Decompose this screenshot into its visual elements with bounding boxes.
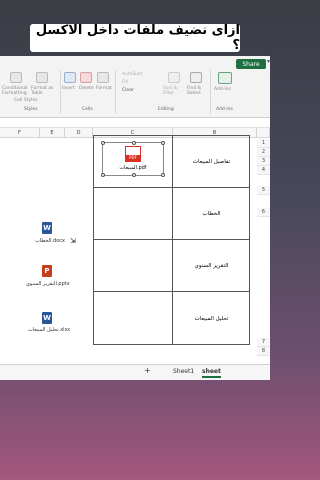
sheet-tab-active[interactable]: sheet xyxy=(202,368,221,378)
file-label[interactable]: الخطاب.docx xyxy=(35,238,65,244)
file-label[interactable]: التقرير السنوي.pptx xyxy=(26,281,70,287)
cells-group-label: Cells xyxy=(82,107,93,112)
row-header[interactable]: 3 xyxy=(257,157,270,166)
pdf-icon: PDF xyxy=(125,146,141,162)
word-file-icon[interactable]: W xyxy=(42,222,52,234)
pdf-icon-badge: PDF xyxy=(126,155,140,161)
insert-label: Insert xyxy=(62,86,75,91)
row-header[interactable]: 5 xyxy=(257,186,270,195)
add-ins-label: Add-ins xyxy=(214,87,231,92)
divider xyxy=(210,70,211,114)
file-label[interactable]: تحليل المبيعات.xlsx xyxy=(28,327,70,333)
fill-label[interactable]: Fill xyxy=(122,80,128,85)
row-header[interactable]: 2 xyxy=(257,148,270,157)
mouse-cursor-icon: ⇲ xyxy=(70,237,76,245)
table-row-attachment[interactable] xyxy=(94,240,172,292)
column-header-e[interactable]: E xyxy=(40,128,65,138)
table-row-attachment[interactable] xyxy=(94,292,172,345)
conditional-formatting-label: Conditional Formatting xyxy=(2,86,28,96)
format-table-icon[interactable] xyxy=(36,72,48,83)
resize-handle[interactable] xyxy=(132,141,136,145)
word-file-icon[interactable]: W xyxy=(42,312,52,324)
powerpoint-file-icon[interactable]: P xyxy=(42,265,52,277)
conditional-formatting-icon[interactable] xyxy=(10,72,22,83)
resize-handle[interactable] xyxy=(101,173,105,177)
data-table: تفاصيل المبيعات الخطاب التقرير السنوي تح… xyxy=(93,135,250,345)
sheet-tab-sheet1[interactable]: Sheet1 xyxy=(173,368,194,375)
cell-styles-label: Cell Styles xyxy=(14,98,38,103)
video-title: ازاى نضيف ملفات داخل الاكسل ؟ xyxy=(30,23,240,53)
editing-group-label: Editing xyxy=(158,107,174,112)
sheet-tabs-bar: + Sheet1 sheet xyxy=(0,364,270,380)
pdf-filename: المبيعات.pdf xyxy=(119,165,147,171)
embedded-pdf-object[interactable]: PDF المبيعات.pdf xyxy=(101,141,165,177)
resize-handle[interactable] xyxy=(161,173,165,177)
format-table-label: Format as Table xyxy=(31,86,54,96)
table-row-label: تفاصيل المبيعات xyxy=(173,136,250,188)
share-label: Share xyxy=(242,60,260,68)
ribbon: Share ▾ Conditional Formatting Format as… xyxy=(0,56,270,118)
row-header[interactable]: 8 xyxy=(257,347,270,356)
row-header[interactable]: 1 xyxy=(257,139,270,148)
find-select-label: Find & Select xyxy=(187,86,202,96)
row-header[interactable]: 7 xyxy=(257,338,270,347)
share-button[interactable]: Share xyxy=(236,59,266,69)
sort-filter-label: Sort & Filter xyxy=(163,86,178,96)
table-row-label: الخطاب xyxy=(173,188,250,240)
table-row-attachment[interactable] xyxy=(94,188,172,240)
resize-handle[interactable] xyxy=(161,141,165,145)
delete-label: Delete xyxy=(79,86,94,91)
excel-window: Share ▾ Conditional Formatting Format as… xyxy=(0,56,270,380)
table-row-label: التقرير السنوي xyxy=(173,240,250,292)
clear-label[interactable]: Clear xyxy=(122,88,134,93)
share-dropdown-icon[interactable]: ▾ xyxy=(267,58,270,65)
divider xyxy=(115,70,116,114)
format-icon[interactable] xyxy=(97,72,109,83)
find-select-icon[interactable] xyxy=(190,72,202,83)
sort-filter-icon[interactable] xyxy=(168,72,180,83)
row-header[interactable]: 6 xyxy=(257,208,270,217)
column-header-d[interactable]: D xyxy=(65,128,93,138)
insert-icon[interactable] xyxy=(64,72,76,83)
add-ins-icon[interactable] xyxy=(218,72,232,84)
resize-handle[interactable] xyxy=(132,173,136,177)
resize-handle[interactable] xyxy=(101,141,105,145)
row-header[interactable]: 4 xyxy=(257,166,270,175)
formula-bar[interactable] xyxy=(0,118,270,128)
column-header-f[interactable]: F xyxy=(0,128,40,138)
addins-group-label: Add-ins xyxy=(216,107,233,112)
delete-icon[interactable] xyxy=(80,72,92,83)
format-label: Format xyxy=(96,86,112,91)
divider xyxy=(60,70,61,114)
styles-group-label: Styles xyxy=(24,107,38,112)
table-row-label: تحليل المبيعات xyxy=(194,315,229,322)
autosum-label[interactable]: AutoSum xyxy=(122,72,143,77)
add-sheet-button[interactable]: + xyxy=(144,366,151,375)
select-all-corner[interactable] xyxy=(257,128,270,138)
